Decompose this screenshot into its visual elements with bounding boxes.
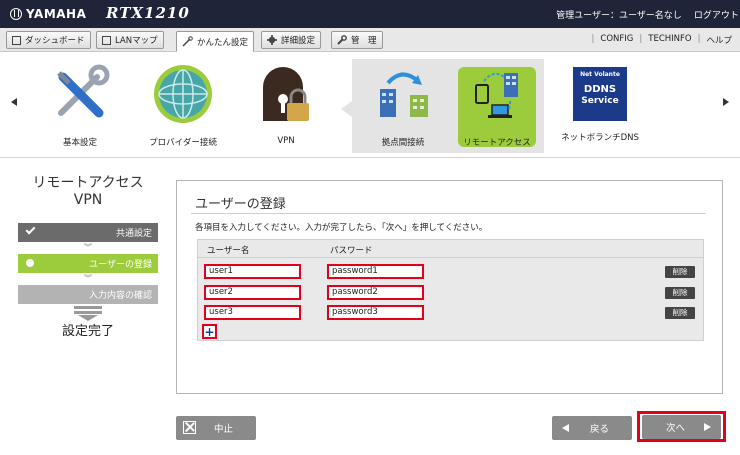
wrench-icon — [337, 35, 347, 45]
category-provider-connection[interactable]: プロバイダー接続 — [143, 63, 223, 148]
globe-icon — [154, 65, 212, 123]
tab-advanced-settings[interactable]: 詳細設定 — [261, 31, 322, 49]
category-label: VPN — [277, 136, 295, 146]
category-netvolante-dns[interactable]: Net Volante DDNS Service ネットボランチDNS — [560, 63, 640, 143]
check-icon — [25, 224, 36, 235]
wand-icon — [182, 36, 193, 47]
main-nav: ダッシュボード LANマップ かんたん設定 詳細設定 管 理 | CONFIG … — [0, 28, 740, 52]
delete-button[interactable]: 削除 — [665, 266, 695, 278]
category-vpn[interactable]: VPN — [246, 63, 326, 146]
delete-button[interactable]: 削除 — [665, 287, 695, 299]
category-site-to-site[interactable]: 拠点間接続 — [363, 63, 443, 148]
table-row: user3 password3 削除 — [198, 305, 703, 321]
category-remote-access[interactable]: リモートアクセス — [457, 63, 537, 148]
yamaha-logo: YAMAHA — [10, 7, 86, 21]
carousel-prev-arrow-icon[interactable] — [11, 98, 17, 106]
wizard-step-confirm: 入力内容の確認 — [18, 285, 158, 304]
close-icon — [183, 421, 196, 434]
username-input[interactable]: user2 — [204, 285, 301, 300]
logout-link[interactable]: ログアウト — [694, 8, 739, 21]
category-label: リモートアクセス — [463, 138, 531, 148]
help-link[interactable]: ヘルプ — [706, 34, 732, 46]
column-header-password: パスワード — [330, 246, 373, 256]
password-input[interactable]: password3 — [327, 305, 424, 320]
tab-lan-map[interactable]: LANマップ — [96, 31, 164, 49]
arrow-down-icon — [74, 306, 102, 321]
ddns-logo-line2: Service — [581, 96, 619, 106]
password-input[interactable]: password2 — [327, 285, 424, 300]
user-registration-panel: ユーザーの登録 各項目を入力してください。入力が完了したら、「次へ」を押してくだ… — [176, 180, 723, 394]
lan-map-icon — [102, 35, 111, 45]
tools-icon — [57, 64, 110, 118]
arrow-right-icon — [704, 423, 711, 431]
table-header: ユーザー名 パスワード — [198, 240, 703, 258]
tab-label: かんたん設定 — [197, 37, 249, 48]
add-user-button[interactable]: + — [202, 324, 217, 339]
column-header-username: ユーザー名 — [207, 246, 250, 256]
utility-links: | CONFIG | TECHINFO | ヘルプ — [591, 34, 732, 46]
tab-easy-setup[interactable]: かんたん設定 — [176, 31, 255, 52]
category-label: ネットボランチDNS — [561, 133, 639, 143]
next-button[interactable]: 次へ — [642, 415, 721, 439]
cancel-button[interactable]: 中止 — [176, 416, 256, 440]
ddns-logo-line1: DDNS — [583, 84, 617, 95]
table-row: user2 password2 削除 — [198, 285, 703, 301]
wizard-steps: リモートアクセス VPN 共通設定 ︾ ユーザーの登録 ︾ 入力内容の確認 設定… — [18, 175, 158, 339]
router-model: RTX1210 — [106, 4, 190, 22]
tab-dashboard[interactable]: ダッシュボード — [6, 31, 91, 49]
category-label: プロバイダー接続 — [149, 138, 217, 148]
username-input[interactable]: user1 — [204, 264, 301, 279]
table-row: user1 password1 削除 — [198, 264, 703, 280]
config-link[interactable]: CONFIG — [600, 34, 633, 46]
wizard-step-common-settings: 共通設定 — [18, 223, 158, 242]
user-info: 管理ユーザー：ユーザー名なし ログアウト — [555, 0, 740, 28]
admin-user-label: 管理ユーザー：ユーザー名なし — [556, 10, 682, 21]
current-step-dot-icon — [26, 259, 34, 267]
setup-category-carousel: 基本設定 プロバイダー接続 VPN 拠点間接続 リモートアクセス Net Vol… — [0, 53, 740, 155]
username-input[interactable]: user3 — [204, 305, 301, 320]
tab-label: ダッシュボード — [25, 36, 85, 46]
tab-label: 詳細設定 — [281, 36, 316, 46]
back-button[interactable]: 戻る — [552, 416, 632, 440]
brand-name: YAMAHA — [26, 7, 87, 21]
wizard-title: リモートアクセス VPN — [32, 175, 144, 208]
tab-management[interactable]: 管 理 — [331, 31, 383, 49]
delete-button[interactable]: 削除 — [665, 307, 695, 319]
arrow-left-icon — [562, 424, 569, 432]
user-table: ユーザー名 パスワード user1 password1 削除 user2 pas… — [197, 239, 704, 341]
chevron-down-icon: ︾ — [84, 243, 92, 252]
password-input[interactable]: password1 — [327, 264, 424, 279]
section-divider — [0, 157, 740, 158]
instruction-text: 各項目を入力してください。入力が完了したら、「次へ」を押してください。 — [195, 223, 488, 233]
carousel-next-arrow-icon[interactable] — [723, 98, 729, 106]
remote-access-icon — [475, 72, 518, 118]
category-label: 拠点間接続 — [381, 138, 425, 148]
site-to-site-icon — [380, 72, 428, 117]
techinfo-link[interactable]: TECHINFO — [648, 34, 691, 46]
ddns-icon: Net Volante DDNS Service — [573, 67, 627, 121]
category-label: 基本設定 — [62, 138, 97, 148]
wizard-step-user-registration: ユーザーの登録 — [18, 254, 158, 273]
top-bar: YAMAHA RTX1210 管理ユーザー：ユーザー名なし ログアウト — [0, 0, 740, 28]
chevron-down-icon: ︾ — [84, 274, 92, 283]
tab-label: LANマップ — [115, 36, 158, 46]
yamaha-mark-icon — [10, 8, 22, 20]
dashboard-icon — [12, 35, 21, 45]
panel-title: ユーザーの登録 — [195, 197, 286, 212]
ddns-logo-top: Net Volante — [580, 71, 620, 78]
vpn-lock-icon — [263, 67, 309, 121]
gear-icon — [267, 35, 277, 45]
category-basic-settings[interactable]: 基本設定 — [40, 63, 120, 148]
wizard-final-step: 設定完了 — [61, 324, 114, 339]
tab-label: 管 理 — [351, 36, 377, 46]
